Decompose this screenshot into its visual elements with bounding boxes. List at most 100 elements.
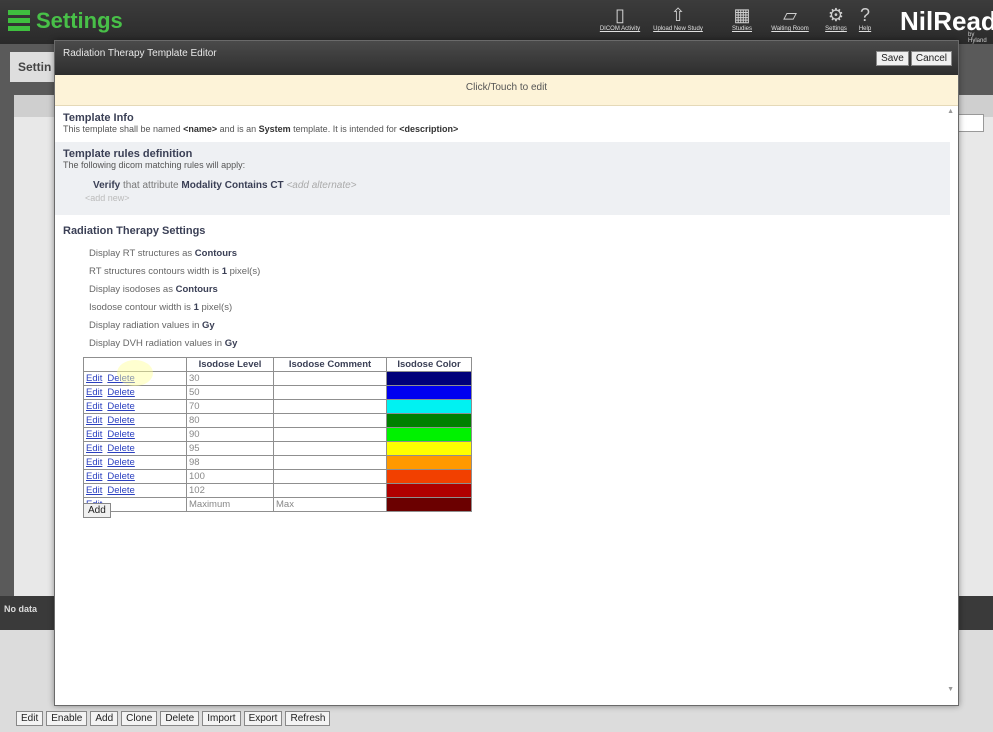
isodose-color-swatch [386,483,472,498]
template-editor-dialog: Radiation Therapy Template Editor Save C… [54,40,959,706]
delete-row-link[interactable]: Delete [107,471,134,482]
rule-verb[interactable]: Verify [93,180,120,191]
isodose-comment-cell [273,469,387,484]
nav-label: DICOM Activity [599,26,641,32]
row-actions: Edit Delete [83,399,187,414]
dialog-body: ▲ Template Info This template shall be n… [55,106,958,701]
row-actions: Edit Delete [83,427,187,442]
rt-line-text: Display radiation values in [89,320,203,331]
isodose-color-swatch [386,497,472,512]
edit-row-link[interactable]: Edit [86,387,102,398]
template-info-section: Template Info This template shall be nam… [55,108,950,142]
rt-line-text: Display DVH radiation values in [89,338,225,349]
isodose-comment-cell [273,441,387,456]
add-button[interactable]: Add [90,711,119,726]
rt-line-value[interactable]: Gy [202,320,215,331]
isodose-row: Edit Delete 100 [83,469,472,484]
rt-line-text: Display isodoses as [89,284,176,295]
nav-label: Upload New Study [653,26,703,32]
isodose-comment-cell [273,483,387,498]
edit-row-link[interactable]: Edit [86,485,102,496]
delete-row-link[interactable]: Delete [107,457,134,468]
isodose-table-body: Edit Delete 30 Edit Delete 50 Edit Delete 70 Edit… [83,371,472,512]
delete-row-link[interactable]: Delete [107,429,134,440]
info-text-part: and is an [217,124,259,134]
dvh-radiation-units: Display DVH radiation values in Gy [89,335,942,353]
isodose-row: Edit Delete 70 [83,399,472,414]
edit-row-link[interactable]: Edit [86,471,102,482]
delete-row-link[interactable]: Delete [107,415,134,426]
bg-toolbar: Edit Enable Add Clone Delete Import Expo… [16,711,331,726]
export-button[interactable]: Export [243,711,283,726]
import-button[interactable]: Import [202,711,241,726]
isodose-comment-cell [273,385,387,400]
edit-row-link[interactable]: Edit [86,457,102,468]
rt-line-text: Display RT structures as [89,248,195,259]
template-rules-section: Template rules definition The following … [55,142,950,215]
rule-text: that attribute [120,180,182,191]
cancel-button[interactable]: Cancel [910,51,952,66]
column-header-level: Isodose Level [186,357,274,372]
rt-line-value[interactable]: Contours [195,248,237,259]
rule-value[interactable]: CT [270,180,283,191]
isodose-level-cell: 95 [186,441,274,456]
rule-attribute[interactable]: Modality [181,180,222,191]
add-new-rule-link[interactable]: <add new> [85,193,942,203]
row-actions: Edit Delete [83,441,187,456]
isodose-row: Edit Delete 80 [83,413,472,428]
delete-row-link[interactable]: Delete [107,401,134,412]
add-isodose-button[interactable]: Add [83,503,111,518]
edit-row-link[interactable]: Edit [86,373,102,384]
isodose-color-swatch [386,385,472,400]
rt-line-value[interactable]: Gy [225,338,238,349]
delete-row-link[interactable]: Delete [107,373,134,384]
info-text-part: This template shall be named [63,124,184,134]
template-description-value[interactable]: <description> [399,124,458,134]
row-actions: Edit Delete [83,469,187,484]
row-actions: Edit Delete [83,413,187,428]
save-button[interactable]: Save [876,51,909,66]
refresh-button[interactable]: Refresh [285,711,331,726]
rt-line-text: RT structures contours width is [89,266,222,277]
edit-row-link[interactable]: Edit [86,415,102,426]
scroll-down-arrow-icon[interactable]: ▼ [947,686,954,693]
isodose-comment-cell: Max [273,497,387,512]
isodose-row: Edit Delete 30 [83,371,472,386]
rt-line-text: Isodose contour width is [89,302,194,313]
isodose-level-cell: 70 [186,399,274,414]
edit-hint-bar: Click/Touch to edit [55,75,958,106]
nav-dicom-activity[interactable]: ▯ DICOM Activity [590,4,650,32]
delete-row-link[interactable]: Delete [107,485,134,496]
isodose-table-header: Isodose Level Isodose Comment Isodose Co… [83,357,472,372]
upload-study-icon: ⇧ [670,5,686,25]
add-alternate-link[interactable]: <add alternate> [286,180,356,191]
template-info-text: This template shall be named <name> and … [63,124,942,134]
template-type-value[interactable]: System [259,124,291,134]
isodose-comment-cell [273,427,387,442]
isodose-row: Edit Delete 98 [83,455,472,470]
edit-row-link[interactable]: Edit [86,443,102,454]
isodose-level-cell: 98 [186,455,274,470]
clone-button[interactable]: Clone [121,711,158,726]
delete-button[interactable]: Delete [160,711,200,726]
rt-line-suffix: pixel(s) [227,266,261,277]
delete-row-link[interactable]: Delete [107,387,134,398]
nav-help[interactable]: ? Help [845,4,885,32]
rule-operator[interactable]: Contains [225,180,268,191]
bg-filter-input[interactable] [956,114,984,132]
isodose-color-swatch [386,399,472,414]
edit-button[interactable]: Edit [16,711,44,726]
delete-row-link[interactable]: Delete [107,443,134,454]
enable-button[interactable]: Enable [46,711,88,726]
rt-structures-display: Display RT structures as Contours [89,245,942,263]
dicom-activity-icon: ▯ [615,5,625,25]
column-header-comment: Isodose Comment [273,357,387,372]
nav-upload-study[interactable]: ⇧ Upload New Study [648,4,708,32]
isodose-comment-cell [273,455,387,470]
app-title: Settings [36,8,123,33]
rt-line-value[interactable]: Contours [176,284,218,295]
edit-row-link[interactable]: Edit [86,401,102,412]
rt-settings-section: Radiation Therapy Settings Display RT st… [55,219,950,614]
template-name-value[interactable]: <name> [183,124,217,134]
edit-row-link[interactable]: Edit [86,429,102,440]
